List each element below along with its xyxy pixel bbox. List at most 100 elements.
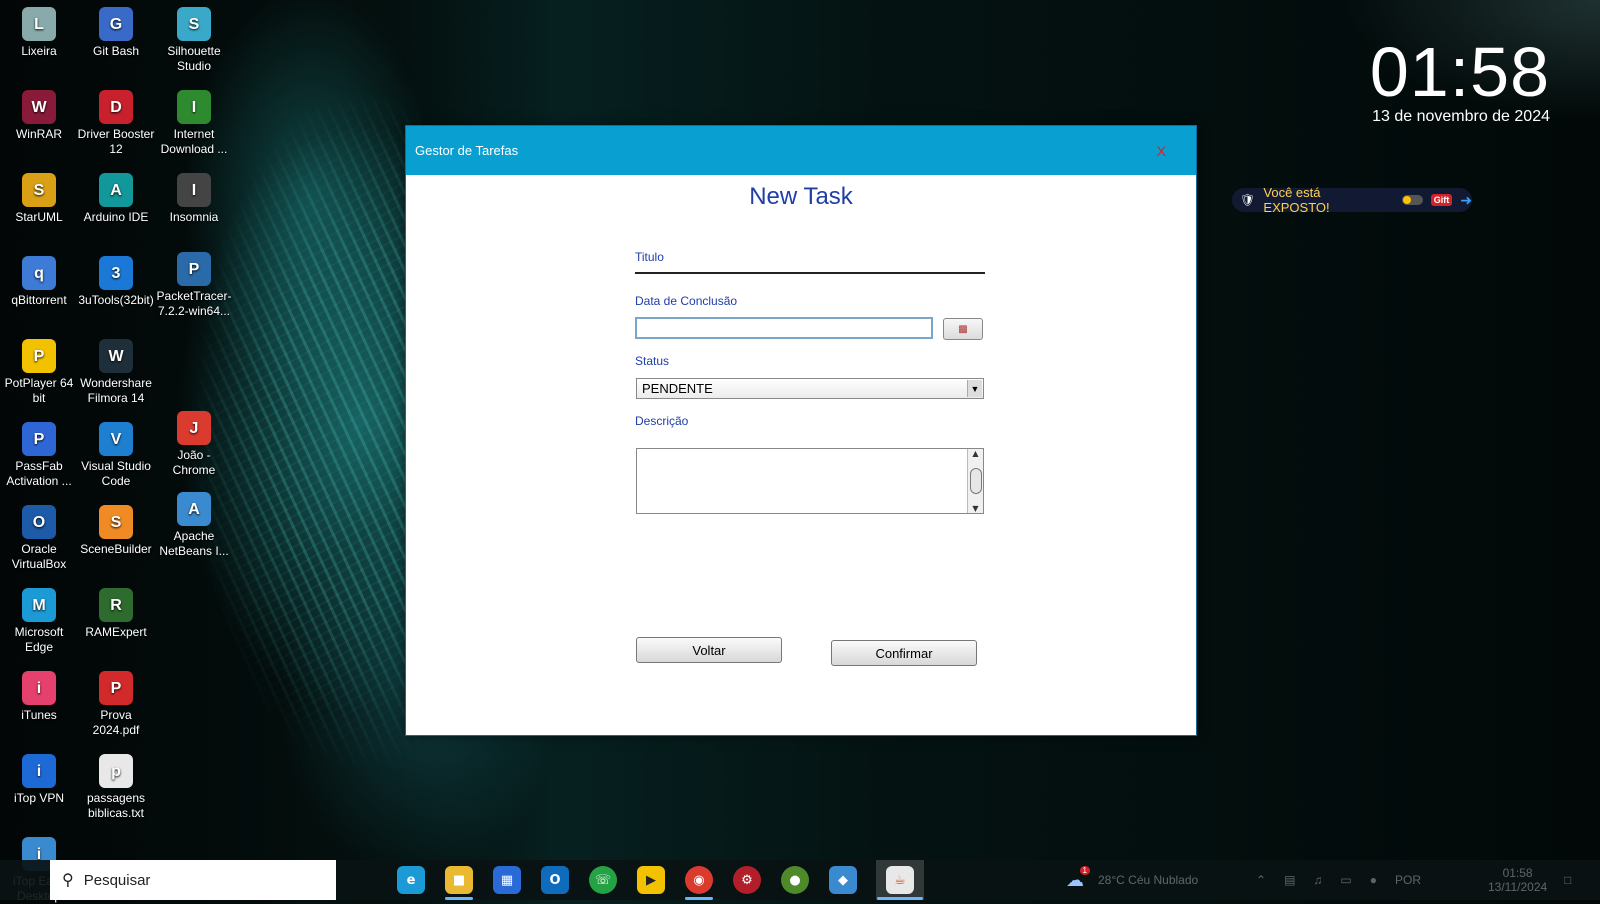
scroll-down-icon[interactable]: ▼ — [972, 504, 978, 513]
search-icon: ⚲ — [62, 872, 74, 889]
confirmar-button[interactable]: Confirmar — [831, 640, 977, 666]
desktop-shortcut[interactable]: V Visual Studio Code — [77, 418, 155, 489]
taskbar-date: 13/11/2024 — [1488, 880, 1548, 894]
potplayer-taskbar-icon[interactable]: ▶ — [637, 866, 665, 894]
mic-icon[interactable]: ● — [1370, 873, 1377, 887]
desktop-shortcut-label: SceneBuilder — [80, 542, 152, 556]
netbeans-icon: A — [177, 492, 211, 526]
status-select[interactable]: PENDENTE ▼ — [636, 378, 984, 399]
desktop-shortcut[interactable]: S Silhouette Studio — [155, 3, 233, 74]
clock-date: 13 de novembro de 2024 — [1372, 108, 1550, 125]
desktop-shortcut-label: iTop VPN — [13, 791, 65, 805]
virtualbox-icon: O — [22, 505, 56, 539]
desktop-shortcut-label: Lixeira — [21, 44, 57, 58]
desktop-shortcut[interactable]: P Prova 2024.pdf — [77, 667, 155, 738]
desktop-shortcut-label: Internet Download ... — [160, 127, 228, 156]
desktop-shortcut-label: WinRAR — [15, 127, 62, 141]
vpn-toggle[interactable] — [1401, 195, 1423, 205]
desktop-shortcut[interactable]: G Git Bash — [77, 3, 155, 59]
descricao-textarea[interactable]: ▲ ▼ — [636, 448, 984, 514]
edge-icon: M — [22, 588, 56, 622]
weather-text: 28°C Céu Nublado — [1098, 873, 1199, 887]
network-icon[interactable]: ▤ — [1284, 873, 1295, 887]
desktop-shortcut[interactable]: W Wondershare Filmora 14 — [77, 335, 155, 406]
desktop-shortcut[interactable]: i iTunes — [0, 667, 78, 723]
desktop-shortcut[interactable]: A Arduino IDE — [77, 169, 155, 225]
java-app-icon[interactable]: ☕ — [886, 866, 914, 894]
scroll-up-icon[interactable]: ▲ — [972, 449, 978, 458]
desktop-shortcut[interactable]: p passagens biblicas.txt — [77, 750, 155, 821]
volume-icon[interactable]: ♫ — [1313, 873, 1322, 887]
desktop-shortcut[interactable]: D Driver Booster 12 — [77, 86, 155, 157]
desktop-shortcut[interactable]: J João - Chrome — [155, 407, 233, 478]
driver-booster-taskbar-icon[interactable]: ⚙ — [733, 866, 761, 894]
desktop-shortcut[interactable]: i iTop VPN — [0, 750, 78, 806]
arrow-right-icon[interactable]: ➜ — [1460, 192, 1472, 209]
desktop-shortcut[interactable]: L Lixeira — [0, 3, 78, 59]
desktop-shortcut[interactable]: M Microsoft Edge — [0, 584, 78, 655]
passfab-icon: P — [22, 422, 56, 456]
driver-booster-icon: D — [99, 90, 133, 124]
itop-vpn-icon: i — [22, 754, 56, 788]
notification-badge: 1 — [1079, 865, 1090, 875]
notification-center-icon[interactable]: □ — [1564, 860, 1571, 900]
file-explorer-icon[interactable]: ■ — [445, 866, 473, 894]
chevron-up-icon[interactable]: ⌃ — [1256, 873, 1266, 887]
chrome-taskbar-icon[interactable]: ◉ — [685, 866, 713, 894]
titulo-input[interactable] — [635, 272, 985, 274]
desktop-shortcut-label: Oracle VirtualBox — [11, 542, 67, 571]
voltar-button[interactable]: Voltar — [636, 637, 782, 663]
qbittorrent-icon: q — [22, 256, 56, 290]
search-box[interactable]: ⚲ Pesquisar — [50, 860, 336, 900]
desktop-shortcut[interactable]: I Internet Download ... — [155, 86, 233, 157]
desktop-shortcut-label: PassFab Activation ... — [6, 459, 72, 488]
chevron-down-icon[interactable]: ▼ — [967, 380, 982, 397]
scrollbar-thumb[interactable] — [969, 468, 982, 494]
close-button[interactable]: X — [1157, 143, 1166, 159]
desktop-shortcut[interactable]: S SceneBuilder — [77, 501, 155, 557]
dialog-titlebar[interactable]: Gestor de Tarefas X — [406, 126, 1196, 175]
desktop-shortcut[interactable]: R RAMExpert — [77, 584, 155, 640]
vscode-icon: V — [99, 422, 133, 456]
desktop-shortcut[interactable]: O Oracle VirtualBox — [0, 501, 78, 572]
whatsapp-icon[interactable]: ☏ — [589, 866, 617, 894]
desktop-shortcut-label: passagens biblicas.txt — [86, 791, 146, 820]
vpn-status-widget[interactable]: 🛡 Você está EXPOSTO! Gift ➜ — [1232, 185, 1472, 215]
desktop-shortcut-label: StarUML — [15, 210, 63, 224]
gift-badge[interactable]: Gift — [1430, 194, 1453, 206]
desktop-shortcut[interactable]: I Insomnia — [155, 169, 233, 225]
taskbar: ⚲ Pesquisar e ■ ▦ O ☏ ▶ ◉ ⚙ ● ◆ ☕ ☁ 1 28°… — [0, 860, 1600, 900]
winrar-icon: W — [22, 90, 56, 124]
desktop-clock: 01:58 13 de novembro de 2024 — [1370, 34, 1550, 126]
desktop-shortcut[interactable]: P PacketTracer-7.2.2-win64... — [155, 248, 233, 319]
descricao-scrollbar[interactable]: ▲ ▼ — [967, 449, 983, 513]
data-conclusao-input[interactable] — [635, 317, 933, 339]
insomnia-icon: I — [177, 173, 211, 207]
desktop-shortcut[interactable]: S StarUML — [0, 169, 78, 225]
desktop-shortcut-label: Prova 2024.pdf — [92, 708, 140, 737]
taskbar-clock[interactable]: 01:58 13/11/2024 — [1488, 860, 1547, 900]
date-picker-button[interactable]: ▩ — [943, 318, 983, 340]
outlook-icon[interactable]: O — [541, 866, 569, 894]
cloud-icon: ☁ 1 — [1066, 865, 1090, 891]
desktop-shortcut[interactable]: P PassFab Activation ... — [0, 418, 78, 489]
desktop-shortcut[interactable]: 3 3uTools(32bit) — [77, 252, 155, 308]
battery-icon[interactable]: ▭ — [1340, 873, 1351, 887]
edge-taskbar-icon[interactable]: e — [397, 866, 425, 894]
desktop-shortcut-label: iTunes — [21, 708, 57, 722]
scenebuilder-taskbar-icon[interactable]: ● — [781, 866, 809, 894]
internet-download-manager-icon: I — [177, 90, 211, 124]
itunes-icon: i — [22, 671, 56, 705]
chrome-icon: J — [177, 411, 211, 445]
desktop-shortcut[interactable]: P PotPlayer 64 bit — [0, 335, 78, 406]
system-tray[interactable]: ⌃ ▤ ♫ ▭ ● POR — [1256, 860, 1421, 900]
titulo-label: Titulo — [635, 250, 664, 264]
weather-widget[interactable]: ☁ 1 28°C Céu Nublado — [1066, 860, 1198, 900]
netbeans-taskbar-icon[interactable]: ◆ — [829, 866, 857, 894]
desktop-shortcut[interactable]: W WinRAR — [0, 86, 78, 142]
store-icon[interactable]: ▦ — [493, 866, 521, 894]
desktop-shortcut[interactable]: q qBittorrent — [0, 252, 78, 308]
arduino-icon: A — [99, 173, 133, 207]
language-indicator[interactable]: POR — [1395, 873, 1421, 887]
desktop-shortcut[interactable]: A Apache NetBeans I... — [155, 488, 233, 559]
